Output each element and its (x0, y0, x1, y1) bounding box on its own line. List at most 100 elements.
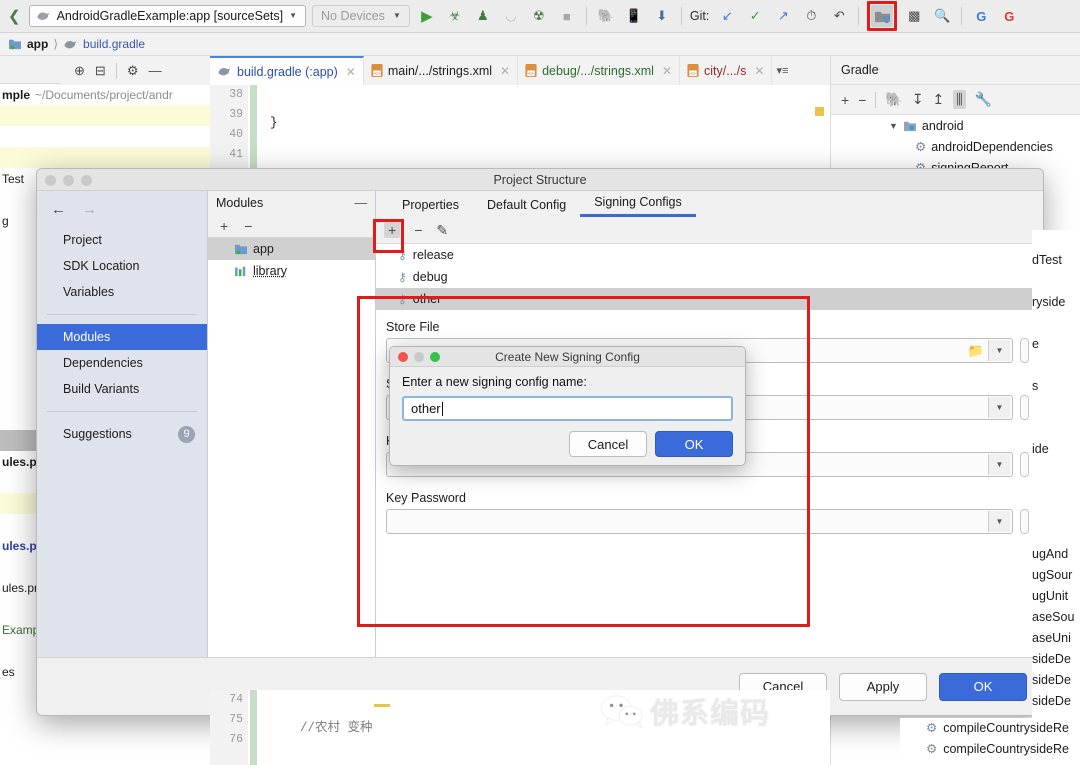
key-password-variable-button[interactable] (1020, 509, 1029, 534)
window-controls[interactable] (45, 175, 92, 186)
search-everywhere-icon[interactable]: 🔍 (931, 5, 953, 27)
tab-properties[interactable]: Properties (388, 198, 473, 217)
store-file-variable-button[interactable] (1020, 338, 1029, 363)
key-alias-variable-button[interactable] (1020, 452, 1029, 477)
close-icon[interactable]: ✕ (662, 64, 672, 78)
collapse-all-icon[interactable]: ⊟ (95, 63, 106, 79)
toggle-offline-mode-icon[interactable]: ⫼ (953, 90, 966, 109)
settings-wrench-icon[interactable]: 🔧 (975, 91, 992, 108)
breadcrumb-module[interactable]: app (27, 37, 48, 51)
create-dialog-ok-button[interactable]: OK (655, 431, 733, 457)
module-item-library[interactable]: library (208, 260, 375, 282)
key-password-input[interactable]: ▼ (386, 509, 1013, 534)
device-selector[interactable]: No Devices ▼ (312, 5, 410, 27)
maximize-window-button[interactable] (81, 175, 92, 186)
git-update-icon[interactable]: ↙ (716, 5, 738, 27)
sdk-manager-icon[interactable]: ⬇ (651, 5, 673, 27)
signing-config-name-input[interactable]: other (402, 396, 733, 421)
gradle-tree-clipped-column[interactable]: dTest ryside e s ide ugAnd ugSour ugUnit… (1032, 230, 1080, 765)
add-icon[interactable]: + (841, 92, 849, 108)
sidebar-item-modules[interactable]: Modules (37, 324, 207, 350)
close-window-button[interactable] (45, 175, 56, 186)
project-row-title[interactable]: mple ~/Documents/project/andr (0, 84, 212, 105)
close-icon[interactable]: ✕ (500, 64, 510, 78)
git-history-icon[interactable]: ⏱ (800, 5, 822, 27)
sidebar-item-suggestions[interactable]: Suggestions 9 (37, 421, 207, 447)
chevron-down-icon[interactable]: ▼ (988, 454, 1010, 475)
signing-config-debug[interactable]: ⚷ debug (376, 266, 1043, 288)
google-account-icon[interactable]: G (970, 5, 992, 27)
layout-inspector-icon[interactable]: ▩ (903, 5, 925, 27)
tab-default-config[interactable]: Default Config (473, 198, 580, 217)
sidebar-item-build-variants[interactable]: Build Variants (37, 376, 207, 402)
remove-icon[interactable]: − (858, 92, 866, 108)
sync-project-gradle-icon[interactable]: 🐘 (595, 5, 617, 27)
tab-signing-configs[interactable]: Signing Configs (580, 195, 696, 217)
sidebar-item-sdk-location[interactable]: SDK Location (37, 253, 207, 279)
project-structure-icon[interactable] (871, 5, 894, 27)
browse-folder-icon[interactable]: 📁 (968, 343, 984, 359)
close-icon[interactable]: ✕ (346, 65, 356, 79)
tab-main-strings[interactable]: <> main/.../strings.xml ✕ (364, 56, 519, 85)
close-window-button[interactable] (398, 352, 408, 362)
signing-config-other[interactable]: ⚷ other (376, 288, 1043, 310)
back-arrow-icon[interactable]: ← (51, 201, 66, 218)
remove-signing-config-button[interactable]: − (414, 222, 422, 238)
add-signing-config-button[interactable]: + (384, 222, 401, 238)
hide-panel-icon[interactable]: — (148, 63, 161, 78)
gradle-tree-node[interactable]: ⚙ compileCountrysideRe (900, 718, 1080, 739)
close-icon[interactable]: ✕ (754, 64, 764, 78)
project-row[interactable] (0, 126, 212, 147)
add-module-button[interactable]: + (220, 218, 228, 234)
git-push-icon[interactable]: ↗ (772, 5, 794, 27)
remove-module-button[interactable]: − (244, 218, 252, 234)
minimize-window-button[interactable] (63, 175, 74, 186)
gear-icon[interactable]: ⚙ (127, 63, 139, 79)
store-password-variable-button[interactable] (1020, 395, 1029, 420)
attach-debugger-icon[interactable]: ♟ (472, 5, 494, 27)
module-item-app[interactable]: app (208, 238, 375, 260)
ok-button[interactable]: OK (939, 672, 1027, 701)
chevron-down-icon[interactable]: ▼ (889, 121, 898, 131)
run-with-coverage-icon[interactable]: ☢ (528, 5, 550, 27)
profiler-icon[interactable]: ◡ (500, 5, 522, 27)
chevron-down-icon[interactable]: ▼ (988, 340, 1010, 361)
maximize-window-button[interactable] (430, 352, 440, 362)
sidebar-item-dependencies[interactable]: Dependencies (37, 350, 207, 376)
sidebar-item-project[interactable]: Project (37, 227, 207, 253)
locate-file-icon[interactable]: ⊕ (74, 63, 85, 79)
gradle-tree-node[interactable]: ⚙ compileCountrysideRe (900, 739, 1080, 760)
chevron-down-icon[interactable]: ▼ (988, 397, 1010, 418)
tab-city-strings[interactable]: <> city/.../s ✕ (680, 56, 773, 85)
execute-gradle-task-icon[interactable]: 🐘 (885, 91, 902, 108)
gradle-tree-node-android[interactable]: ▼ android (831, 115, 1080, 136)
edit-signing-config-button[interactable]: ✎ (436, 222, 448, 239)
avd-manager-icon[interactable]: 📱 (623, 5, 645, 27)
back-chevron-icon[interactable]: ❮ (6, 7, 23, 25)
expand-all-icon[interactable]: ↧ (912, 91, 924, 108)
undo-icon[interactable]: ↶ (828, 5, 850, 27)
sidebar-item-variables[interactable]: Variables (37, 279, 207, 305)
tab-list-menu-icon[interactable]: ▾≡ (772, 56, 792, 85)
collapse-all-icon[interactable]: ↥ (933, 91, 945, 108)
debug-icon[interactable]: ☣ (444, 5, 466, 27)
gradle-tree-bottom-rows[interactable]: ⚙ compileCountrysideRe ⚙ compileCountrys… (900, 718, 1080, 765)
project-row[interactable] (0, 147, 212, 168)
window-controls[interactable] (398, 352, 440, 362)
run-icon[interactable]: ▶ (416, 5, 438, 27)
minimize-window-button[interactable] (414, 352, 424, 362)
tab-build-gradle[interactable]: build.gradle (:app) ✕ (210, 56, 364, 85)
breadcrumb-file[interactable]: build.gradle (83, 37, 145, 51)
tab-debug-strings[interactable]: <> debug/.../strings.xml ✕ (518, 56, 680, 85)
signing-config-release[interactable]: ⚷ release (376, 244, 1043, 266)
stop-icon[interactable]: ■ (556, 5, 578, 27)
git-commit-icon[interactable]: ✓ (744, 5, 766, 27)
create-dialog-cancel-button[interactable]: Cancel (569, 431, 647, 457)
run-configuration-selector[interactable]: AndroidGradleExample:app [sourceSets] ▼ (28, 5, 307, 27)
gradle-tree-node-androidDependencies[interactable]: ⚙ androidDependencies (831, 136, 1080, 157)
collapse-modules-icon[interactable]: — (355, 196, 368, 210)
chevron-down-icon[interactable]: ▼ (988, 511, 1010, 532)
apply-button[interactable]: Apply (839, 672, 927, 701)
firebase-icon[interactable]: G (998, 5, 1020, 27)
forward-arrow-icon[interactable]: → (82, 201, 97, 218)
